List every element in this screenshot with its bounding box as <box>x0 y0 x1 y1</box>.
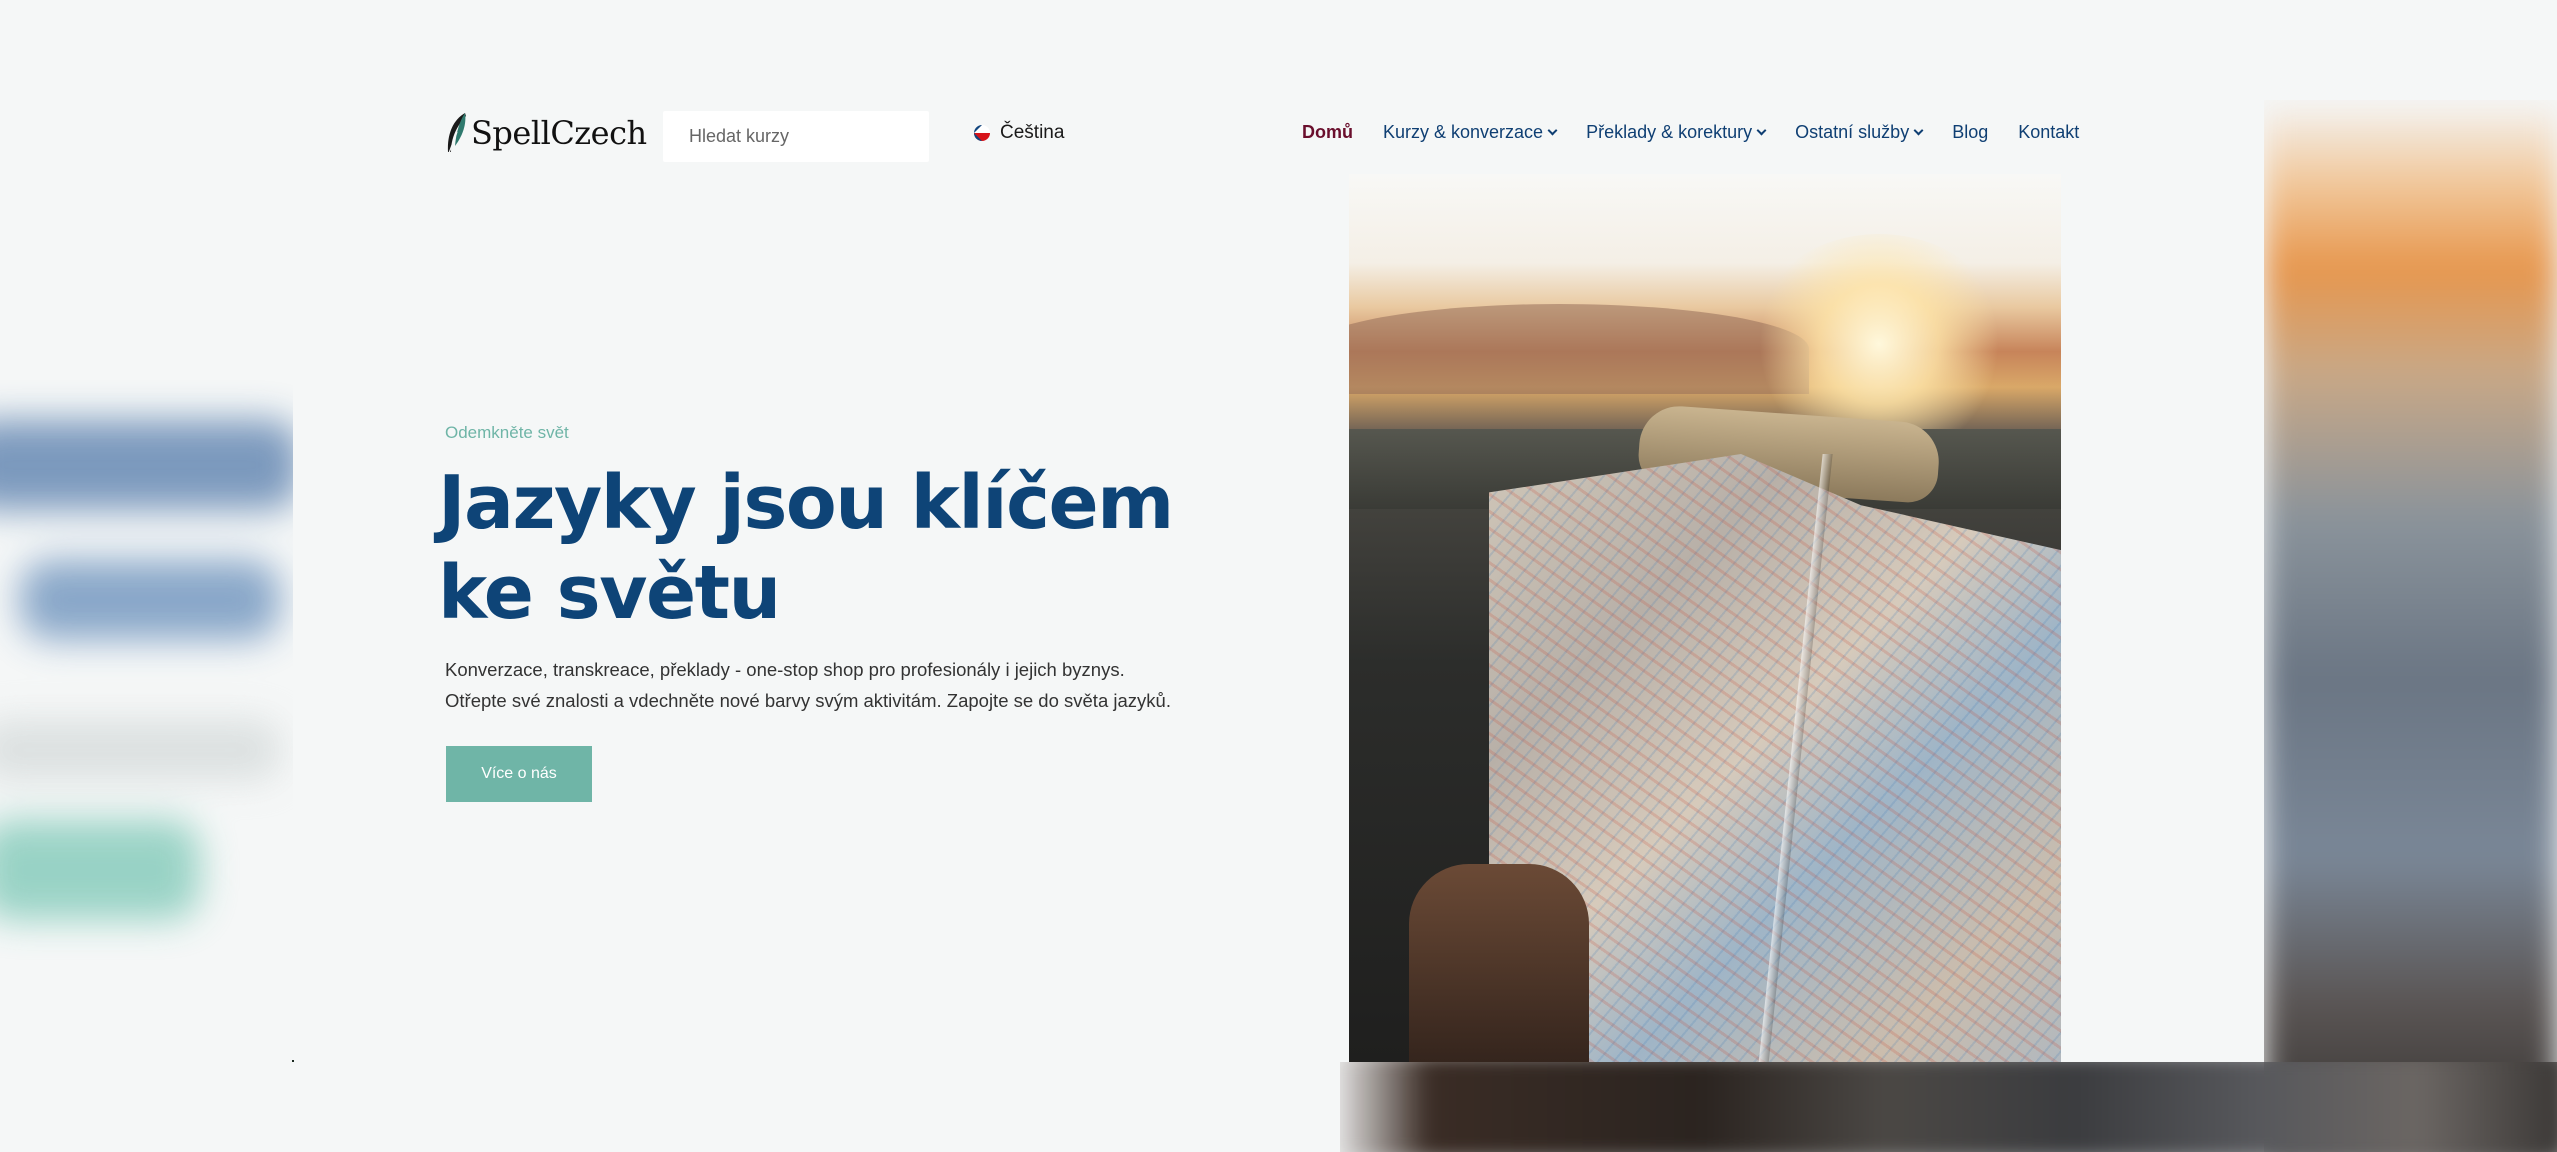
site-logo[interactable]: SpellCzech <box>445 112 647 154</box>
nav-item-contact[interactable]: Kontakt <box>2018 122 2079 143</box>
chevron-down-icon <box>1547 125 1558 136</box>
main-nav: Domů Kurzy & konverzace Překlady & korek… <box>1302 122 2079 143</box>
blurred-background-bottom <box>1340 1062 2557 1152</box>
hero-eyebrow: Odemkněte svět <box>445 423 569 442</box>
decorative-dot <box>292 1060 294 1062</box>
nav-item-label: Překlady & korektury <box>1586 122 1753 142</box>
blurred-background-left <box>0 300 300 1000</box>
search-box <box>663 111 929 162</box>
brand-name: SpellCzech <box>471 114 647 152</box>
search-input[interactable] <box>689 126 921 147</box>
language-switcher[interactable]: Čeština <box>974 122 1064 144</box>
hero-image <box>1349 174 2061 1062</box>
nav-item-label: Ostatní služby <box>1795 122 1910 142</box>
language-label: Čeština <box>1000 122 1065 143</box>
nav-item-blog[interactable]: Blog <box>1952 122 1988 143</box>
hero-description: Konverzace, transkreace, překlady - one-… <box>445 659 1171 711</box>
hero-title: Jazyky jsou klíčem ke světu <box>438 460 1174 636</box>
nav-item-label: Domů <box>1302 122 1353 142</box>
chevron-down-icon <box>1756 125 1767 136</box>
feather-logo-icon <box>447 113 466 154</box>
nav-item-label: Kurzy & konverzace <box>1383 122 1544 142</box>
chevron-down-icon <box>1913 125 1924 136</box>
nav-item-home[interactable]: Domů <box>1302 122 1353 143</box>
czech-flag-icon <box>974 125 990 141</box>
blurred-background-right <box>2264 100 2557 1152</box>
nav-item-other-services[interactable]: Ostatní služby <box>1795 122 1924 143</box>
nav-item-courses[interactable]: Kurzy & konverzace <box>1383 122 1558 143</box>
nav-item-label: Kontakt <box>2018 122 2080 142</box>
nav-item-label: Blog <box>1952 122 1989 142</box>
about-us-button[interactable]: Více o nás <box>446 746 592 802</box>
nav-item-translations[interactable]: Překlady & korektury <box>1586 122 1767 143</box>
